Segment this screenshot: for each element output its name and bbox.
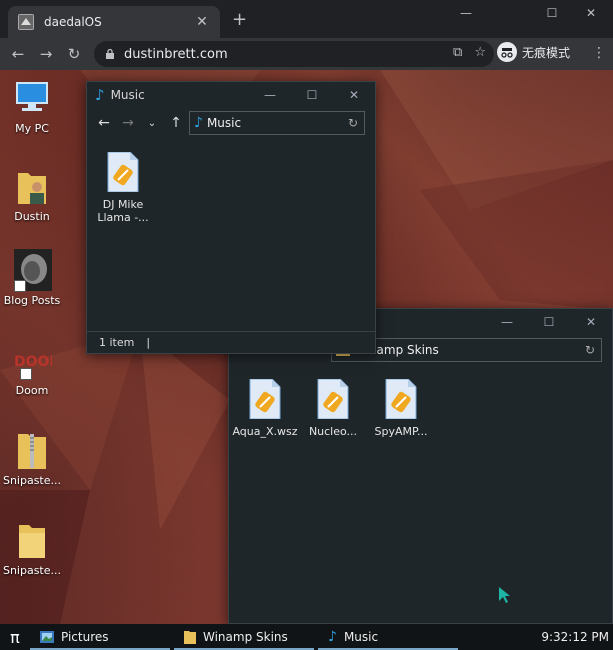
browser-menu-icon[interactable]: ⋮ (592, 45, 606, 61)
taskbar-item-label: Winamp Skins (203, 630, 288, 644)
refresh-icon[interactable]: ↻ (585, 343, 595, 357)
winamp-skin-file-icon (249, 379, 281, 419)
daedalos-favicon-icon (18, 14, 34, 30)
file-item[interactable]: Nucleo... (301, 379, 365, 438)
taskbar-clock[interactable]: 9:32:12 PM (541, 630, 609, 644)
start-button[interactable]: π (0, 628, 30, 647)
address-text: Music (206, 116, 242, 130)
music-note-icon: ♪ (328, 629, 337, 645)
browser-minimize-button[interactable]: — (444, 0, 488, 26)
file-name: Nucleo... (308, 425, 358, 438)
history-dropdown-icon[interactable]: ⌄ (141, 118, 163, 129)
desktop-icon-label: Snipaste... (2, 474, 62, 487)
desktop-icon-my-pc[interactable]: My PC (0, 78, 64, 135)
address-text: Winamp Skins (354, 343, 439, 357)
desktop-icon-doom[interactable]: DOOM Doom (0, 340, 64, 397)
winamp-skins-window[interactable]: — ☐ ✕ ← → ⌄ ↑ Winamp Skins ↻ Aqua_X.wsz … (228, 308, 613, 624)
minimize-button[interactable]: — (249, 88, 291, 102)
folder-icon (184, 631, 196, 644)
file-name: SpyAMP... (374, 425, 428, 438)
doom-shortcut-icon: DOOM (12, 340, 52, 380)
forward-arrow-icon[interactable]: → (32, 40, 60, 68)
computer-icon (12, 78, 52, 118)
shortcut-arrow-icon (20, 368, 32, 380)
taskbar-item-winamp-skins[interactable]: Winamp Skins (174, 624, 318, 650)
browser-maximize-button[interactable]: ☐ (530, 0, 574, 26)
file-item[interactable]: Aqua_X.wsz (232, 379, 298, 438)
zip-folder-icon (12, 430, 52, 470)
music-window[interactable]: ♪ Music — ☐ ✕ ← → ⌄ ↑ ♪ Music ↻ DJ Mike L… (86, 81, 376, 354)
winamp-skin-file-icon (385, 379, 417, 419)
incognito-indicator[interactable]: 无痕模式 (497, 42, 570, 62)
desktop-icon-label: My PC (15, 122, 49, 135)
mouse-cursor-icon (499, 587, 510, 603)
music-nav-bar: ← → ⌄ ↑ ♪ Music ↻ (87, 108, 375, 138)
address-bar[interactable]: dustinbrett.com ⧉ ☆ (94, 41, 494, 67)
lock-icon (106, 48, 114, 59)
blog-shortcut-icon (12, 249, 52, 292)
browser-toolbar: ← → ↻ dustinbrett.com ⧉ ☆ 无痕模式 ⋮ (0, 38, 613, 70)
music-note-icon: ♪ (194, 115, 203, 131)
file-name: DJ Mike Llama -... (97, 198, 148, 224)
refresh-icon[interactable]: ↻ (348, 116, 358, 130)
taskbar-item-label: Music (343, 630, 379, 644)
browser-close-button[interactable]: ✕ (569, 0, 613, 26)
user-folder-icon (12, 166, 52, 206)
file-name-line2: Llama -... (97, 211, 149, 224)
music-window-title: Music (110, 88, 145, 102)
music-address-bar[interactable]: ♪ Music ↻ (189, 111, 365, 135)
taskbar: π Pictures Winamp Skins ♪ Music 9:32:12 … (0, 624, 613, 650)
file-name: Aqua_X.wsz (232, 425, 298, 438)
close-button[interactable]: ✕ (570, 315, 612, 329)
back-arrow-icon[interactable]: ← (4, 40, 32, 68)
incognito-label: 无痕模式 (522, 45, 571, 60)
item-count: 1 item (99, 336, 135, 349)
translate-icon[interactable]: ⧉ (453, 45, 462, 60)
desktop-icon-label: Doom (15, 384, 49, 397)
winamp-file-list[interactable]: Aqua_X.wsz Nucleo... SpyAMP... (229, 365, 612, 623)
taskbar-item-pictures[interactable]: Pictures (30, 624, 174, 650)
browser-tabstrip: daedalOS ✕ + — ☐ ✕ (0, 0, 613, 38)
file-item[interactable]: DJ Mike Llama -... (91, 152, 155, 224)
desktop-icon-label: Dustin (14, 210, 50, 223)
desktop-icon-blog-posts[interactable]: Blog Posts (0, 249, 64, 307)
music-status-bar: 1 item | (87, 331, 375, 353)
close-button[interactable]: ✕ (333, 88, 375, 102)
minimize-button[interactable]: — (486, 315, 528, 329)
taskbar-item-label: Pictures (61, 630, 109, 644)
winamp-skin-file-icon (317, 379, 349, 419)
new-tab-button[interactable]: + (232, 9, 247, 30)
desktop-icon-snipaste-folder[interactable]: Snipaste... (0, 520, 64, 577)
winamp-skin-file-icon (107, 152, 139, 192)
file-item[interactable]: SpyAMP... (369, 379, 433, 438)
desktop-icon-dustin[interactable]: Dustin (0, 166, 64, 223)
maximize-button[interactable]: ☐ (291, 88, 333, 102)
taskbar-item-music[interactable]: ♪ Music (318, 624, 462, 650)
reload-icon[interactable]: ↻ (60, 40, 88, 68)
folder-icon (12, 520, 52, 560)
back-arrow-icon[interactable]: ← (93, 115, 115, 131)
pictures-icon (40, 631, 54, 643)
music-note-icon: ♪ (95, 86, 105, 104)
desktop[interactable]: My PC Dustin Blog Posts DOOM Doom Snipas… (0, 70, 613, 624)
status-separator: | (146, 336, 151, 349)
bookmark-star-icon[interactable]: ☆ (474, 45, 486, 60)
browser-tab[interactable]: daedalOS ✕ (8, 6, 220, 38)
tab-close-icon[interactable]: ✕ (194, 14, 210, 30)
music-file-list[interactable]: DJ Mike Llama -... (87, 138, 375, 331)
maximize-button[interactable]: ☐ (528, 315, 570, 329)
desktop-icon-label: Blog Posts (3, 294, 61, 307)
desktop-icon-label: Snipaste... (2, 564, 62, 577)
incognito-icon (497, 42, 517, 62)
up-arrow-icon[interactable]: ↑ (165, 115, 187, 131)
tab-title: daedalOS (44, 15, 102, 29)
forward-arrow-icon[interactable]: → (117, 115, 139, 131)
desktop-icon-snipaste-zip[interactable]: Snipaste... (0, 430, 64, 487)
file-name-line1: DJ Mike (102, 198, 144, 211)
url-text: dustinbrett.com (124, 46, 228, 62)
shortcut-arrow-icon (14, 280, 26, 292)
music-window-titlebar[interactable]: ♪ Music — ☐ ✕ (87, 82, 375, 108)
